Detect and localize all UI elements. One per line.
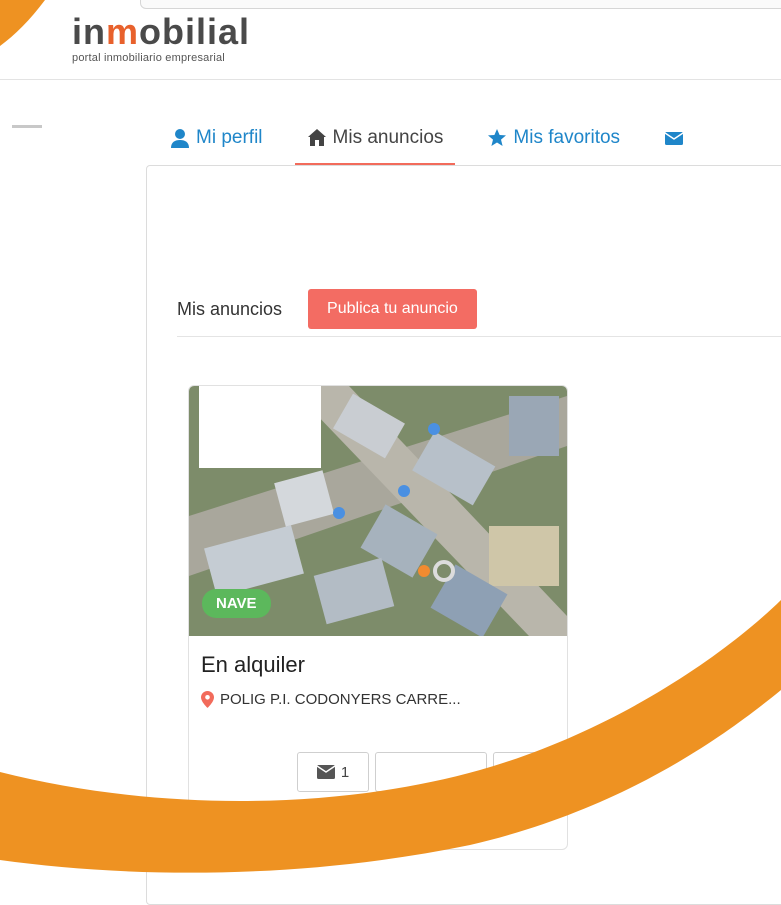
- tab-mensajes[interactable]: [642, 112, 706, 164]
- property-type-badge: NAVE: [202, 589, 271, 618]
- tab-label: Mi perfil: [196, 127, 263, 148]
- section-divider: [177, 336, 781, 337]
- listing-location: POLIG P.I. CODONYERS CARRE...: [201, 691, 461, 708]
- listing-card[interactable]: NAVE En alquiler POLIG P.I. CODONYERS CA…: [188, 385, 568, 850]
- star-icon: [488, 129, 507, 146]
- listing-actions: 1: [297, 752, 555, 792]
- delete-button[interactable]: [493, 752, 555, 792]
- edit-button[interactable]: [375, 752, 487, 792]
- publish-ad-button[interactable]: Publica tu anuncio: [308, 289, 477, 329]
- logo-wordmark: inmobilial: [72, 11, 251, 52]
- listing-title[interactable]: En alquiler: [201, 652, 305, 678]
- tab-mis-favoritos[interactable]: Mis favoritos: [465, 112, 642, 164]
- tab-mi-perfil[interactable]: Mi perfil: [150, 112, 285, 164]
- messages-count: 1: [340, 763, 350, 781]
- home-icon: [307, 129, 326, 146]
- tab-label: Mis favoritos: [513, 127, 621, 148]
- map-pin-icon: [201, 691, 214, 708]
- browser-address-strip: [140, 0, 781, 9]
- tab-mis-anuncios[interactable]: Mis anuncios: [285, 112, 466, 166]
- messages-button[interactable]: 1: [297, 752, 369, 792]
- envelope-icon: [316, 765, 335, 779]
- listing-image[interactable]: NAVE: [189, 386, 567, 636]
- top-header: inmobilial portal inmobiliario empresari…: [0, 0, 781, 80]
- site-logo[interactable]: inmobilial portal inmobiliario empresari…: [72, 11, 251, 65]
- small-decoration: [12, 125, 42, 128]
- section-header: Mis anuncios Publica tu anuncio: [177, 289, 477, 329]
- section-title: Mis anuncios: [177, 298, 283, 319]
- location-text: POLIG P.I. CODONYERS CARRE...: [220, 691, 461, 708]
- ads-panel: Mis anuncios Publica tu anuncio NAVE En …: [146, 165, 781, 905]
- logo-tagline: portal inmobiliario empresarial: [72, 52, 225, 64]
- tab-label: Mis anuncios: [332, 127, 444, 148]
- envelope-icon: [664, 132, 684, 145]
- user-icon: [171, 129, 189, 148]
- profile-tabs: Mi perfil Mis anuncios Mis favoritos: [150, 112, 706, 166]
